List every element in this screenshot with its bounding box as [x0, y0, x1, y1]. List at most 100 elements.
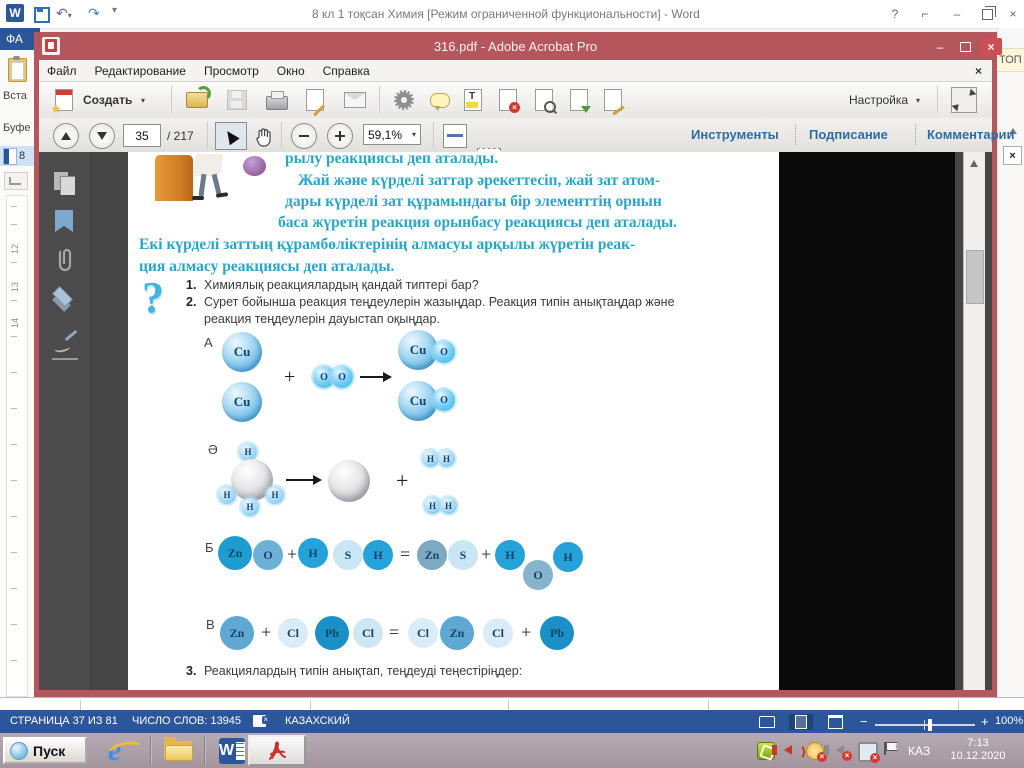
word-help-button[interactable]: ?	[884, 4, 906, 24]
fullscreen-toggle-icon[interactable]	[951, 87, 977, 113]
zoom-in-button[interactable]: +	[981, 714, 989, 729]
menu-file[interactable]: Файл	[47, 64, 77, 78]
scroll-up-icon[interactable]	[970, 160, 978, 167]
menu-window[interactable]: Окно	[277, 64, 305, 78]
comment-bubble-icon[interactable]	[427, 87, 453, 113]
sign-doc-icon[interactable]	[600, 87, 626, 113]
zoom-out-button[interactable]	[291, 123, 317, 149]
status-language[interactable]: КАЗАХСКИЙ	[285, 715, 350, 727]
status-page[interactable]: СТРАНИЦА 37 ИЗ 81	[10, 715, 118, 727]
word-pane-close-button[interactable]: ×	[1003, 146, 1022, 165]
word-restore-button[interactable]	[976, 4, 998, 24]
proofing-icon[interactable]	[253, 715, 269, 727]
tray-clock-icon[interactable]: ×	[806, 742, 827, 762]
export-doc-icon[interactable]	[566, 87, 592, 113]
page-number-input[interactable]: 35	[123, 124, 161, 147]
tray-muted-icon[interactable]: ×	[824, 742, 852, 761]
status-zoom-value[interactable]: 100%	[995, 715, 1023, 727]
word-close-button[interactable]: ×	[1002, 4, 1024, 24]
next-page-button[interactable]	[89, 123, 115, 149]
atom-cu: Cu	[222, 332, 262, 372]
create-pdf-icon[interactable]	[51, 87, 77, 114]
word-titlebar: W ↶▾ ↷ ▾ 8 кл 1 тоқсан Химия [Режим огра…	[0, 0, 1024, 29]
web-layout-button[interactable]	[823, 714, 847, 730]
atom-h: H	[241, 498, 259, 516]
print-layout-button[interactable]	[789, 714, 813, 730]
clipboard-group-label: Буфе	[3, 122, 31, 134]
zoom-in-button[interactable]	[327, 123, 353, 149]
quick-save-icon[interactable]	[34, 7, 50, 23]
customize-dropdown-icon[interactable]: ▾	[916, 96, 920, 105]
qat-more-icon[interactable]: ▾	[112, 5, 117, 16]
open-file-icon[interactable]	[184, 86, 211, 113]
atom-zn: Zn	[440, 616, 474, 650]
clock[interactable]: 7:13 10.12.2020	[938, 737, 1018, 763]
comment-panel-button[interactable]: Комментарии	[927, 127, 1015, 142]
search-doc-icon[interactable]	[531, 87, 557, 113]
save-icon[interactable]	[224, 87, 250, 113]
atom-o: O	[433, 389, 455, 411]
settings-gear-icon[interactable]	[391, 87, 417, 113]
word-table-sliver	[0, 697, 1024, 711]
document-close-icon[interactable]: ×	[975, 64, 982, 78]
plus-operator: +	[261, 622, 272, 642]
previous-page-button[interactable]	[53, 123, 79, 149]
signatures-icon[interactable]	[52, 332, 78, 360]
acrobat-maximize-button[interactable]	[954, 38, 976, 55]
menu-edit[interactable]: Редактирование	[95, 64, 186, 78]
acrobat-minimize-button[interactable]: –	[929, 38, 951, 55]
plus-operator: +	[481, 544, 492, 564]
layers-icon[interactable]	[52, 284, 78, 310]
customize-button[interactable]: Настройка	[849, 93, 908, 107]
print-icon[interactable]	[264, 87, 290, 113]
plus-operator: +	[284, 366, 296, 388]
acrobat-titlebar[interactable]: 316.pdf - Adobe Acrobat Pro – ×	[34, 32, 1002, 60]
language-indicator[interactable]: КАЗ	[908, 744, 930, 758]
undo-icon[interactable]: ↶▾	[56, 5, 72, 22]
illustration-pillar	[155, 155, 193, 201]
zoom-level-select[interactable]: 59,1% ▾	[363, 124, 421, 145]
hand-tool-button[interactable]	[251, 124, 277, 150]
zoom-out-button[interactable]: −	[860, 714, 868, 729]
redo-icon[interactable]: ↷	[88, 5, 100, 22]
menu-view[interactable]: Просмотр	[204, 64, 259, 78]
atom-h: H	[363, 540, 393, 570]
zoom-slider-thumb[interactable]	[928, 719, 932, 731]
acrobat-close-button[interactable]: ×	[980, 38, 1002, 55]
pdf-text-line: Жай және күрделі заттар әрекеттесіп, жай…	[298, 172, 660, 189]
acrobat-taskbar-button[interactable]	[248, 735, 306, 766]
start-button[interactable]: Пуск	[3, 737, 87, 764]
tray-flag-icon[interactable]	[884, 742, 886, 755]
select-tool-button[interactable]	[215, 122, 247, 150]
email-icon[interactable]	[342, 87, 368, 113]
zoom-slider-track[interactable]	[875, 724, 975, 726]
word-minimize-button[interactable]: –	[946, 4, 968, 24]
create-button[interactable]: Создать	[83, 93, 132, 107]
ribbon-display-button[interactable]: ⌐	[914, 4, 936, 24]
nav-pane-doc-item[interactable]: 8	[0, 146, 37, 166]
attachments-icon[interactable]	[52, 246, 78, 272]
delete-page-icon[interactable]: ×	[495, 87, 521, 113]
paste-label: Вста	[3, 90, 27, 102]
file-explorer-button[interactable]	[154, 735, 202, 766]
page-thumbnails-icon[interactable]	[52, 170, 78, 196]
ruler-corner	[4, 172, 28, 190]
paste-icon[interactable]	[8, 56, 27, 82]
tray-network-icon[interactable]: ×	[858, 742, 880, 763]
create-dropdown-icon[interactable]: ▾	[141, 96, 145, 105]
atom-zn: Zn	[218, 536, 252, 570]
acrobat-scrollbar[interactable]	[963, 152, 985, 690]
fit-width-button[interactable]	[443, 124, 467, 148]
bookmarks-icon[interactable]	[55, 210, 73, 232]
atom-cl: Cl	[483, 618, 513, 648]
status-word-count[interactable]: ЧИСЛО СЛОВ: 13945	[132, 715, 241, 727]
scrollbar-thumb[interactable]	[966, 250, 984, 304]
sign-panel-button[interactable]: Подписание	[809, 127, 888, 142]
edit-page-icon[interactable]	[302, 87, 328, 113]
tray-volume-icon[interactable]	[772, 742, 805, 760]
equals-operator: =	[400, 544, 411, 564]
menu-help[interactable]: Справка	[323, 64, 370, 78]
read-mode-button[interactable]	[755, 714, 779, 730]
tools-panel-button[interactable]: Инструменты	[691, 127, 779, 142]
highlight-icon[interactable]: T	[460, 87, 486, 113]
